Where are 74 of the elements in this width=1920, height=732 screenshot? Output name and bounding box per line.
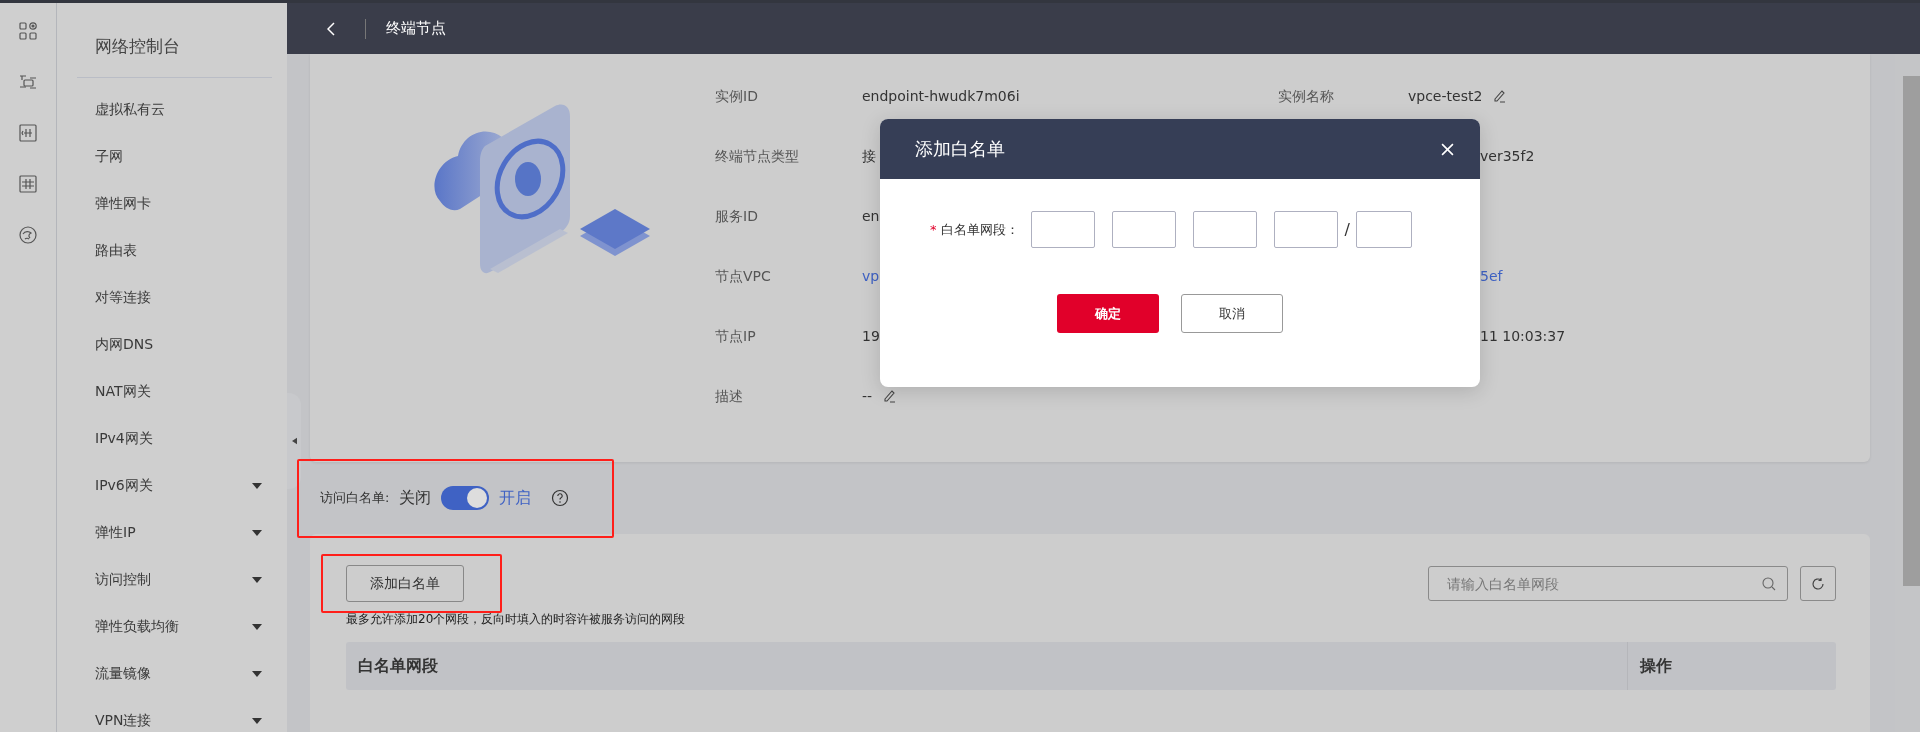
field-label: 实例ID <box>715 88 759 106</box>
on-label: 开启 <box>499 487 532 509</box>
toggle-switch[interactable] <box>441 486 490 510</box>
sidebar-item[interactable]: 子网 <box>77 133 272 180</box>
confirm-button[interactable]: 确定 <box>1057 294 1159 333</box>
network-box-icon[interactable] <box>18 123 38 143</box>
sidebar-item[interactable]: 内网DNS <box>77 321 272 368</box>
hint-text: 最多允许添加20个网段，反向时填入的时容许被服务访问的网段 <box>346 611 687 628</box>
search-field[interactable]: 请输入白名单网段 <box>1428 566 1788 601</box>
search-icon <box>1762 577 1776 591</box>
mask-field[interactable] <box>1355 211 1412 248</box>
sidebar-item[interactable]: IPv6网关 <box>77 462 272 509</box>
sidebar-item[interactable]: 对等连接 <box>77 274 272 321</box>
sidebar-item[interactable]: IPv4网关 <box>77 415 272 462</box>
caret-icon <box>252 576 262 583</box>
sidebar-item[interactable]: 弹性IP <box>77 509 272 556</box>
field-label: 描述 <box>715 388 744 406</box>
field-label: 节点VPC <box>715 268 772 286</box>
help-icon[interactable] <box>551 489 570 507</box>
field-value: ver35f2 <box>1480 148 1535 164</box>
sidebar-item[interactable]: 虚拟私有云 <box>77 86 272 133</box>
field-value: en <box>862 208 880 224</box>
cancel-button[interactable]: 取消 <box>1181 294 1283 333</box>
back-icon[interactable] <box>327 21 335 36</box>
field-label: 节点IP <box>715 328 757 346</box>
edit-icon[interactable] <box>1492 89 1507 103</box>
required-mark: * <box>930 222 937 237</box>
field-value: -- <box>862 388 873 404</box>
sidebar-title: 网络控制台 <box>94 35 181 58</box>
refresh-icon <box>1811 576 1825 591</box>
refresh-button[interactable] <box>1800 566 1836 601</box>
octet-field[interactable] <box>1273 211 1338 248</box>
edit-icon[interactable] <box>882 389 897 403</box>
collapse-handle[interactable] <box>287 393 301 489</box>
field-label: 白名单网段： <box>940 220 1020 239</box>
column-header: 白名单网段 <box>357 655 439 677</box>
caret-icon <box>252 670 262 677</box>
globe-icon[interactable] <box>18 225 38 245</box>
off-label: 关闭 <box>399 487 432 509</box>
close-icon[interactable] <box>1441 142 1454 156</box>
field-value: 11 10:03:37 <box>1480 328 1566 344</box>
page-title: 终端节点 <box>386 19 446 38</box>
field-value: 接 <box>862 148 876 166</box>
apps-icon[interactable] <box>18 21 38 41</box>
sidebar-item[interactable]: VPN连接 <box>77 697 272 732</box>
caret-icon <box>252 717 262 724</box>
dialog-title: 添加白名单 <box>915 137 1005 161</box>
field-value: endpoint-hwudk7m06i <box>862 88 1020 104</box>
caret-icon <box>252 529 262 536</box>
sidebar-item[interactable]: NAT网关 <box>77 368 272 415</box>
whitelist-label: 访问白名单: <box>320 489 390 507</box>
sidebar-item[interactable]: 流量镜像 <box>77 650 272 697</box>
sidebar-item[interactable]: 路由表 <box>77 227 272 274</box>
sidebar-item[interactable]: 访问控制 <box>77 556 272 603</box>
vpc-link[interactable]: 5ef <box>1480 268 1503 284</box>
field-label: 实例名称 <box>1278 88 1335 106</box>
sidebar-item[interactable]: 弹性负载均衡 <box>77 603 272 650</box>
network-icon[interactable] <box>18 72 38 92</box>
scrollbar-thumb[interactable] <box>1903 76 1920 586</box>
field-label: 服务ID <box>715 208 759 226</box>
caret-icon <box>252 482 262 489</box>
field-label: 终端节点类型 <box>715 148 800 166</box>
separator: / <box>1344 220 1350 239</box>
vpc-link[interactable]: vp <box>862 268 880 284</box>
octet-field[interactable] <box>1192 211 1257 248</box>
octet-field[interactable] <box>1030 211 1095 248</box>
link-box-icon[interactable] <box>18 174 38 194</box>
sidebar-item[interactable]: 弹性网卡 <box>77 180 272 227</box>
octet-field[interactable] <box>1111 211 1176 248</box>
field-value: vpce-test2 <box>1408 88 1483 104</box>
field-value: 19 <box>862 328 880 344</box>
caret-icon <box>252 623 262 630</box>
column-header: 操作 <box>1627 642 1836 690</box>
add-whitelist-button[interactable]: 添加白名单 <box>346 565 464 602</box>
